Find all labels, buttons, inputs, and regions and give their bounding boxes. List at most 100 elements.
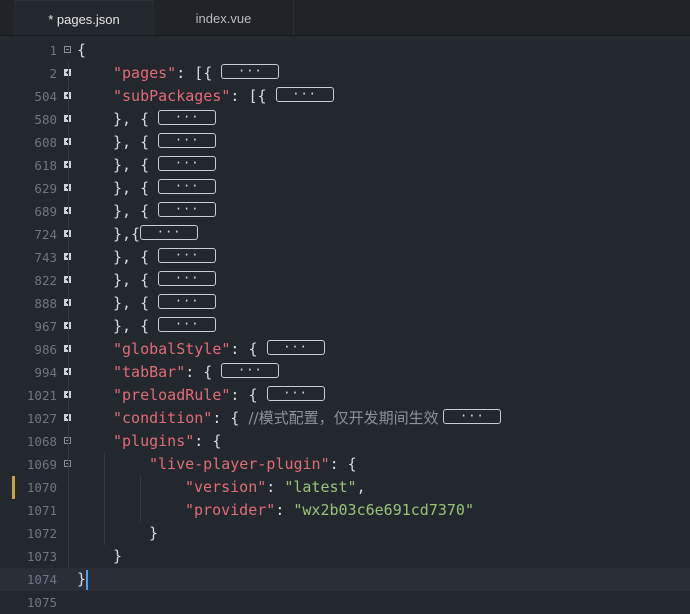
indent-guide — [68, 246, 69, 269]
indent-guide — [104, 453, 105, 476]
punctuation: , — [356, 478, 366, 496]
code-line[interactable]: 580}, { ··· — [0, 108, 690, 131]
indent-guide — [68, 453, 69, 476]
code-text: } — [113, 545, 122, 568]
indent-guide — [68, 200, 69, 223]
indent-guide — [68, 499, 69, 522]
code-line[interactable]: 2 "pages": [{ ··· — [0, 62, 690, 85]
indent-guide — [140, 499, 141, 522]
code-line[interactable]: 1{ — [0, 39, 690, 62]
code-line[interactable]: 618}, { ··· — [0, 154, 690, 177]
code-line[interactable]: 1027 "condition": { //模式配置，仅开发期间生效 ··· — [0, 407, 690, 430]
code-text: },{··· — [113, 223, 199, 246]
json-key: "globalStyle" — [113, 340, 231, 358]
folded-region-button[interactable]: ··· — [140, 225, 199, 240]
code-line[interactable]: 504 "subPackages": [{ ··· — [0, 85, 690, 108]
line-number: 1074 — [26, 572, 57, 587]
folded-region-button[interactable]: ··· — [158, 248, 217, 263]
indent-guide — [68, 384, 69, 407]
code-line[interactable]: 1068 "plugins": { — [0, 430, 690, 453]
folded-region-button[interactable]: ··· — [158, 271, 217, 286]
folded-region-button[interactable]: ··· — [221, 363, 280, 378]
code-line[interactable]: 1072} — [0, 522, 690, 545]
line-number: 1 — [49, 43, 57, 58]
punctuation: : { — [230, 340, 267, 358]
line-number: 743 — [34, 250, 57, 265]
code-text: "tabBar": { ··· — [113, 361, 280, 384]
code-line[interactable]: 1070 "version": "latest", — [0, 476, 690, 499]
folded-region-button[interactable]: ··· — [158, 202, 217, 217]
tab-pages-json[interactable]: * pages.json — [14, 0, 154, 35]
collapse-fold-icon[interactable] — [64, 46, 71, 53]
punctuation: }, { — [113, 271, 159, 289]
line-number: 629 — [34, 181, 57, 196]
line-number: 967 — [34, 319, 57, 334]
code-line[interactable]: 994 "tabBar": { ··· — [0, 361, 690, 384]
folded-region-button[interactable]: ··· — [158, 294, 217, 309]
code-text: }, { ··· — [113, 177, 217, 200]
code-text: "plugins": { — [113, 430, 221, 453]
folded-region-button[interactable]: ··· — [275, 87, 334, 102]
indent-guide — [68, 154, 69, 177]
code-editor[interactable]: 1{2 "pages": [{ ··· 504 "subPackages": [{ ·… — [0, 39, 690, 614]
tab-index-vue[interactable]: index.vue — [154, 0, 294, 35]
line-number: 1021 — [26, 388, 57, 403]
punctuation: }, { — [113, 248, 159, 266]
line-number: 580 — [34, 112, 57, 127]
punctuation: : — [266, 478, 285, 496]
code-line[interactable]: 1069 "live-player-plugin": { — [0, 453, 690, 476]
code-line[interactable]: 967}, { ··· — [0, 315, 690, 338]
folded-region-button[interactable]: ··· — [158, 317, 217, 332]
indent-guide — [104, 476, 105, 499]
folded-region-button[interactable]: ··· — [221, 64, 280, 79]
line-number: 1068 — [26, 434, 57, 449]
line-number: 618 — [34, 158, 57, 173]
code-line[interactable]: 743 }, { ··· — [0, 246, 690, 269]
code-line[interactable]: 1071 "provider": "wx2b03c6e691cd7370" — [0, 499, 690, 522]
line-number: 1071 — [26, 503, 57, 518]
indent-guide — [68, 108, 69, 131]
json-string: "latest" — [284, 478, 357, 496]
code-text: }, { ··· — [113, 246, 217, 269]
code-text: }, { ··· — [113, 200, 217, 223]
indent-guide — [68, 430, 69, 453]
folded-region-button[interactable]: ··· — [158, 133, 217, 148]
indent-guide — [68, 545, 69, 568]
line-number: 1027 — [26, 411, 57, 426]
line-number: 986 — [34, 342, 57, 357]
punctuation: : { — [185, 363, 222, 381]
code-line[interactable]: 888}, { ··· — [0, 292, 690, 315]
folded-region-button[interactable]: ··· — [158, 156, 217, 171]
punctuation: }, { — [113, 133, 159, 151]
code-line[interactable]: 1074} — [0, 568, 690, 591]
code-line[interactable]: 1073} — [0, 545, 690, 568]
punctuation: : [{ — [176, 64, 222, 82]
folded-region-button[interactable]: ··· — [266, 386, 325, 401]
code-line[interactable]: 986 "globalStyle": { ··· — [0, 338, 690, 361]
folded-region-button[interactable]: ··· — [158, 179, 217, 194]
indent-guide — [140, 476, 141, 499]
code-line[interactable]: 689}, { ··· — [0, 200, 690, 223]
code-text: "pages": [{ ··· — [113, 62, 280, 85]
punctuation: },{ — [113, 225, 141, 243]
punctuation: } — [113, 547, 123, 565]
code-line[interactable]: 1075 — [0, 591, 690, 614]
indent-guide — [68, 269, 69, 292]
folded-region-button[interactable]: ··· — [266, 340, 325, 355]
code-line[interactable]: 822}, { ··· — [0, 269, 690, 292]
code-line[interactable]: 608}, { ··· — [0, 131, 690, 154]
indent-guide — [104, 499, 105, 522]
indent-guide — [104, 522, 105, 545]
folded-region-button[interactable]: ··· — [158, 110, 217, 125]
punctuation: }, { — [113, 202, 159, 220]
indent-guide — [68, 131, 69, 154]
line-number: 888 — [34, 296, 57, 311]
code-line[interactable]: 629 }, { ··· — [0, 177, 690, 200]
punctuation: }, { — [113, 179, 159, 197]
code-line[interactable]: 1021 "preloadRule": { ··· — [0, 384, 690, 407]
json-key: "condition" — [113, 409, 213, 427]
json-key: "provider" — [185, 501, 276, 519]
indent-guide — [68, 62, 69, 85]
code-line[interactable]: 724},{··· — [0, 223, 690, 246]
folded-region-button[interactable]: ··· — [443, 409, 502, 424]
